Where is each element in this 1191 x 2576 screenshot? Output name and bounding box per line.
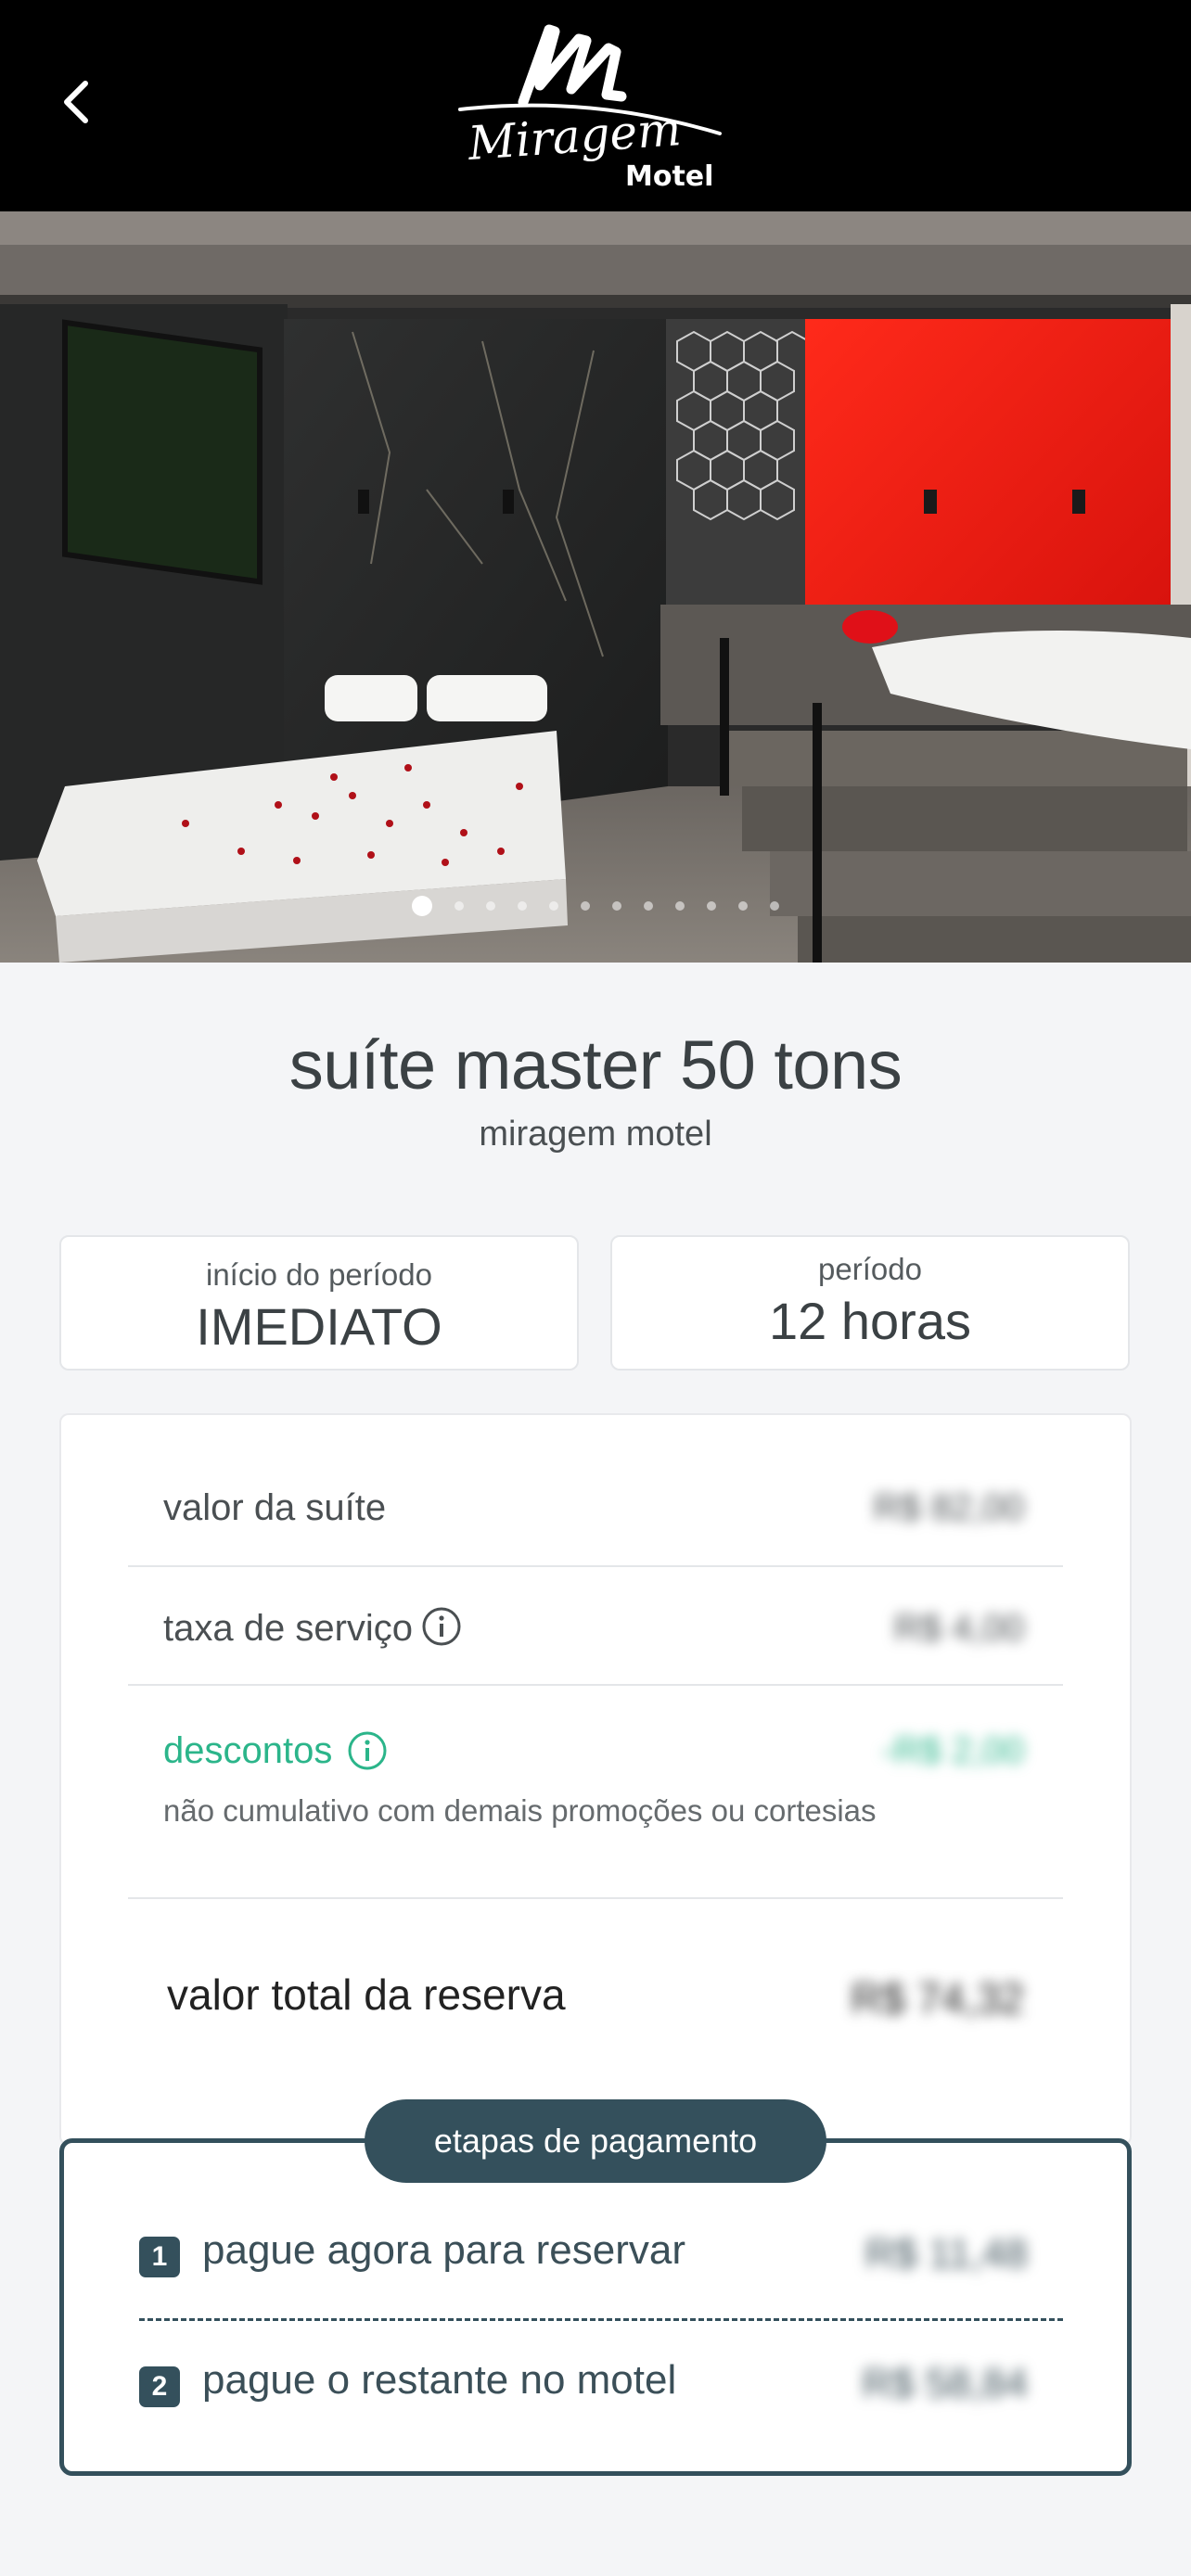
service-fee-label: taxa de serviço xyxy=(163,1608,414,1649)
carousel-dot[interactable] xyxy=(675,901,685,911)
period-length-card: período 12 horas xyxy=(610,1235,1130,1371)
carousel-dot[interactable] xyxy=(486,901,495,911)
total-amount: R$ 74,32 xyxy=(851,1974,1024,2022)
suite-value-label: valor da suíte xyxy=(163,1487,387,1528)
carousel-dot[interactable] xyxy=(518,901,527,911)
step-amount: R$ 58,84 xyxy=(862,2361,1028,2406)
carousel-dot[interactable] xyxy=(455,901,464,911)
discounts-note: não cumulativo com demais promoções ou c… xyxy=(163,1793,877,1828)
row-divider xyxy=(128,1684,1063,1686)
steps-divider xyxy=(139,2318,1063,2321)
discounts-amount: -R$ 2,00 xyxy=(881,1730,1024,1771)
discounts-label: descontos xyxy=(163,1730,333,1771)
service-fee-amount: R$ 4,00 xyxy=(893,1608,1024,1649)
step-label: pague o restante no motel xyxy=(202,2357,677,2403)
carousel-dot[interactable] xyxy=(412,896,432,916)
period-start-value: IMEDIATO xyxy=(196,1297,442,1356)
suite-title: suíte master 50 tons xyxy=(288,1027,903,1103)
step-amount: R$ 11,48 xyxy=(864,2231,1028,2276)
carousel-dot[interactable] xyxy=(770,901,779,911)
period-start-card: início do período IMEDIATO xyxy=(59,1235,579,1371)
carousel-dot[interactable] xyxy=(707,901,716,911)
carousel-indicator[interactable] xyxy=(0,896,1191,916)
service-fee-info-icon[interactable] xyxy=(421,1606,462,1647)
carousel-dot[interactable] xyxy=(738,901,748,911)
period-start-label: início do período xyxy=(205,1257,432,1292)
carousel-dot[interactable] xyxy=(644,901,653,911)
period-length-label: período xyxy=(818,1252,922,1286)
row-divider xyxy=(128,1897,1063,1899)
suite-photo xyxy=(0,211,1191,963)
step-number: 1 xyxy=(139,2237,180,2277)
suite-value-amount: R$ 82,00 xyxy=(873,1487,1024,1528)
svg-text:Motel: Motel xyxy=(625,160,713,187)
motel-name: miragem motel xyxy=(479,1115,712,1154)
discounts-info-icon[interactable] xyxy=(347,1730,388,1771)
suite-photo-carousel[interactable] xyxy=(0,211,1191,963)
total-label: valor total da reserva xyxy=(167,1970,566,2019)
miragem-motel-logo: Miragem Motel xyxy=(451,20,740,193)
carousel-dot[interactable] xyxy=(581,901,590,911)
period-length-value: 12 horas xyxy=(769,1292,971,1350)
carousel-dot[interactable] xyxy=(612,901,621,911)
back-chevron-icon[interactable] xyxy=(52,76,104,128)
row-divider xyxy=(128,1565,1063,1567)
step-number: 2 xyxy=(139,2366,180,2407)
top-bar: Miragem Motel xyxy=(0,0,1191,211)
payment-steps-title[interactable]: etapas de pagamento xyxy=(365,2099,826,2183)
step-label: pague agora para reservar xyxy=(202,2227,685,2273)
payment-steps-box xyxy=(59,2138,1132,2476)
carousel-dot[interactable] xyxy=(549,901,558,911)
